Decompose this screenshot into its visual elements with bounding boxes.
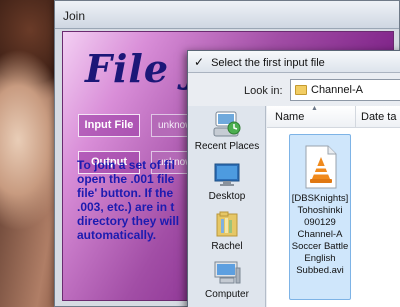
file-item-label: [DBSKnights] Tohoshinki 090129 Channel-A…	[291, 193, 349, 276]
desktop-icon	[214, 163, 240, 186]
look-in-dropdown[interactable]: Channel-A	[290, 79, 400, 101]
checkmark-icon: ✓	[194, 55, 205, 69]
file-list-header: ▲ Name Date ta	[267, 105, 400, 128]
recent-places-icon	[213, 111, 241, 137]
banner-title: File J	[85, 46, 203, 91]
user-folder-icon	[216, 211, 238, 237]
instructions-text: To join a set of fil open the .001 file …	[77, 158, 180, 242]
dialog-titlebar[interactable]: ✓ Select the first input file	[188, 51, 400, 73]
file-open-dialog: ✓ Select the first input file Look in: C…	[187, 50, 400, 307]
dialog-title: Select the first input file	[211, 57, 325, 69]
places-bar: Recent Places Desktop Rachel Computer	[188, 106, 266, 307]
join-titlebar[interactable]: Join	[55, 1, 399, 29]
place-label: Computer	[205, 289, 249, 300]
look-in-label: Look in:	[244, 85, 283, 97]
place-label: Recent Places	[194, 141, 260, 152]
look-in-value: Channel-A	[311, 84, 363, 96]
place-label: Desktop	[208, 191, 246, 202]
vlc-media-file-icon	[305, 145, 337, 189]
place-user-folder[interactable]: Rachel	[188, 210, 266, 252]
place-label: Rachel	[211, 241, 243, 252]
column-divider[interactable]	[355, 106, 356, 128]
sort-ascending-icon: ▲	[311, 105, 318, 112]
column-date-header[interactable]: Date ta	[361, 111, 396, 123]
file-list: ▲ Name Date ta [DBSKnights] Tohoshinki 0…	[267, 105, 400, 307]
computer-icon	[214, 261, 241, 284]
file-item[interactable]: [DBSKnights] Tohoshinki 090129 Channel-A…	[289, 134, 351, 300]
folder-icon	[295, 85, 307, 95]
column-name-header[interactable]: Name	[275, 111, 304, 123]
place-computer[interactable]: Computer	[188, 260, 266, 300]
place-recent-places[interactable]: Recent Places	[188, 110, 266, 152]
place-desktop[interactable]: Desktop	[188, 162, 266, 202]
join-window-title: Join	[63, 9, 86, 23]
input-file-button[interactable]: Input File	[78, 114, 140, 137]
